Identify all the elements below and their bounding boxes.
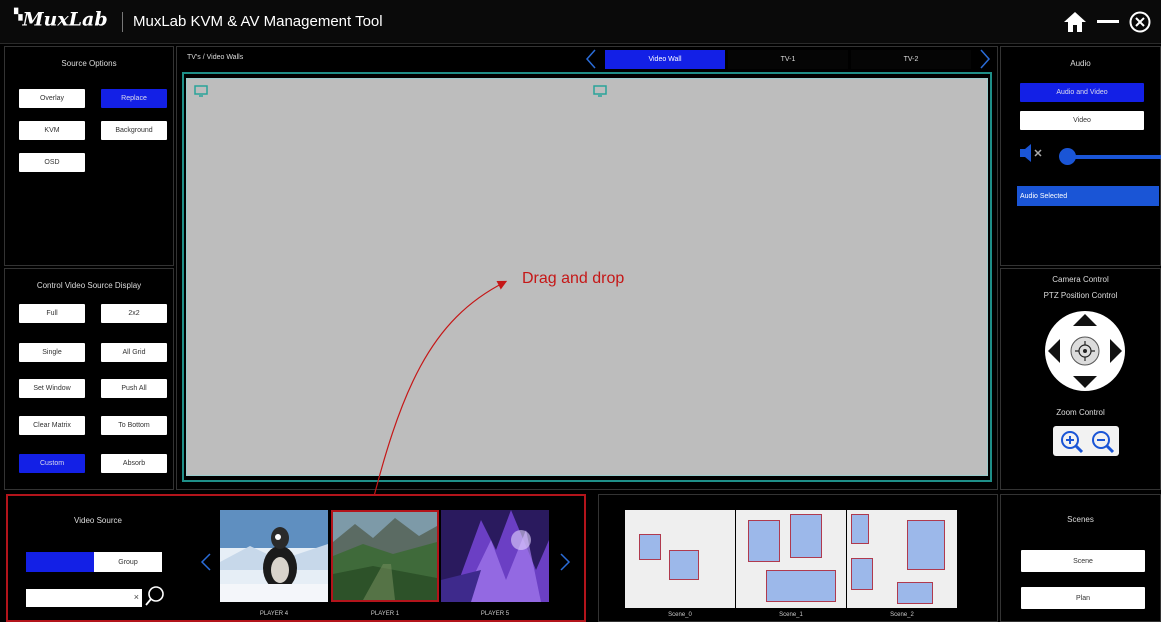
scene-label: Scene_1 [779,612,803,618]
players-next-icon[interactable] [559,552,571,572]
players-prev-icon[interactable] [200,552,212,572]
scene-window [907,520,945,570]
volume-slider-handle[interactable] [1059,148,1076,165]
purple-abstract-image [441,510,549,602]
video-source-title: Video Source [74,516,122,525]
video-source-tab-sources[interactable] [26,552,94,572]
video-source-search-input[interactable]: × [26,589,142,607]
zoom-out-icon[interactable] [1090,429,1116,455]
audio-selected-status: Audio Selected [1017,186,1159,206]
camera-control-panel: Camera Control PTZ Position Control Zoom… [1000,268,1161,490]
audio-title: Audio [1070,59,1091,68]
volume-slider-track[interactable] [1061,155,1161,159]
ptz-dpad-icon[interactable] [1044,310,1126,392]
scene-window [669,550,699,580]
scenes-title: Scenes [1067,515,1094,524]
mute-speaker-icon[interactable] [1019,143,1045,163]
camera-control-title: Camera Control [1052,275,1109,284]
scenes-panel: Scenes Scene Plan [1000,494,1161,622]
scene-window [897,582,933,604]
scene-thumbnail[interactable] [736,510,846,608]
ptz-position-label: PTZ Position Control [1043,291,1118,300]
scene-thumbnail[interactable] [847,510,957,608]
video-source-tab-group[interactable]: Group [94,552,162,572]
clear-search-icon[interactable]: × [134,592,139,602]
video-only-button[interactable]: Video [1020,111,1144,130]
scene-button[interactable]: Scene [1021,550,1145,572]
scene-window [790,514,822,558]
scene-window [851,514,869,544]
player-thumbnail[interactable] [441,510,549,602]
audio-and-video-button[interactable]: Audio and Video [1020,83,1144,102]
zoom-control-label: Zoom Control [1056,408,1105,417]
audio-panel: Audio Audio and Video Video Audio Select… [1000,46,1161,266]
plan-button[interactable]: Plan [1021,587,1145,609]
scene-label: Scene_2 [890,612,914,618]
player-label: PLAYER 1 [370,611,400,617]
scene-window [639,534,661,560]
player-label: PLAYER 4 [259,611,289,617]
ostrich-snow-image [220,510,328,602]
scene-label: Scene_0 [668,612,692,618]
player-thumbnail-selected[interactable] [331,510,439,602]
scene-window [748,520,780,562]
scene-window [766,570,836,602]
scene-thumbnail[interactable] [625,510,735,608]
mountain-valley-image [333,512,437,600]
player-label: PLAYER 5 [480,611,510,617]
zoom-in-icon[interactable] [1059,429,1085,455]
player-thumbnail[interactable] [220,510,328,602]
search-icon[interactable] [144,584,166,608]
scene-window [851,558,873,590]
